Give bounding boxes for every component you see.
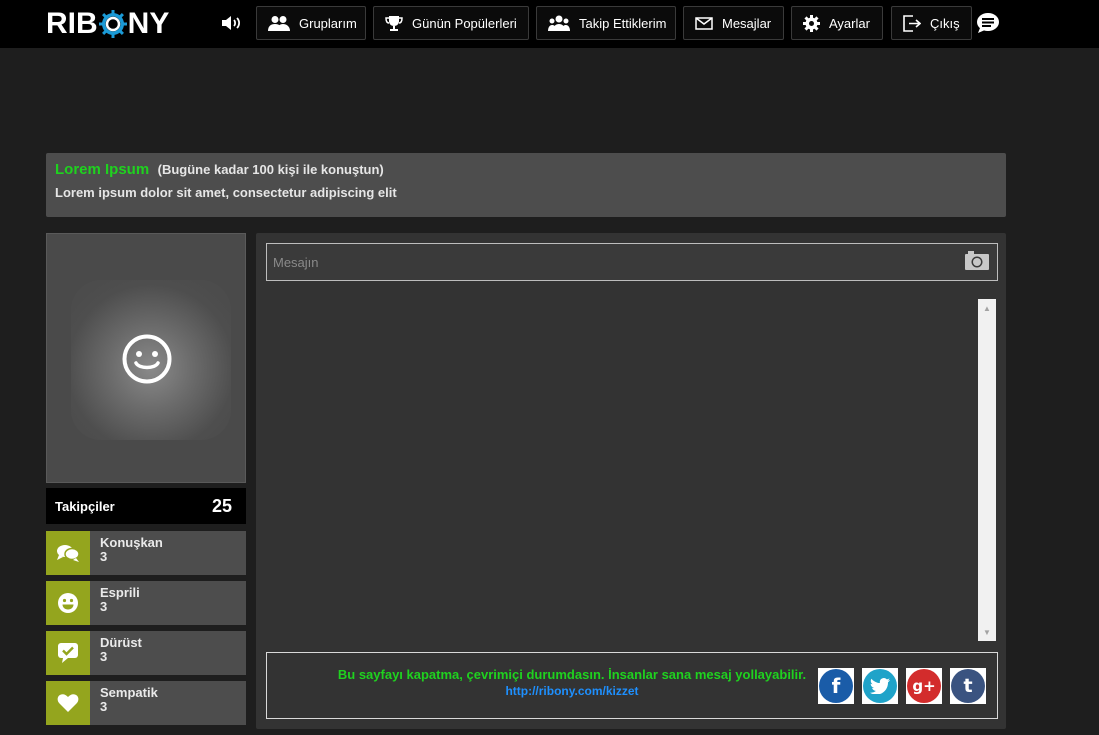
trait-talkative[interactable]: Konuşkan 3 [46, 531, 246, 575]
trait-label-group: Konuşkan 3 [90, 531, 163, 575]
message-scrollbar[interactable]: ▲ ▼ [978, 299, 996, 641]
check-bubble-icon [46, 631, 90, 675]
profile-link[interactable]: http://ribony.com/kizzet [267, 684, 877, 698]
trait-funny[interactable]: Esprili 3 [46, 581, 246, 625]
twitter-icon [863, 669, 897, 703]
tumblr-icon: t [951, 669, 985, 703]
trait-value: 3 [100, 549, 108, 564]
nav-logout-label: Çıkış [930, 15, 960, 31]
trait-label: Konuşkan [100, 535, 163, 550]
avatar[interactable] [46, 233, 246, 483]
gear-icon [803, 14, 820, 32]
nav-messages-label: Mesajlar [722, 15, 772, 31]
online-status-text: Bu sayfayı kapatma, çevrimiçi durumdasın… [337, 667, 807, 682]
nav-popular-button[interactable]: Günün Popülerleri [373, 6, 529, 40]
following-icon [548, 15, 570, 31]
sound-toggle-button[interactable] [219, 12, 243, 34]
nav-groups-label: Gruplarım [299, 15, 357, 31]
chat-panel: ▲ ▼ Bu sayfayı kapatma, çevrimiçi durumd… [256, 233, 1006, 729]
facebook-share-button[interactable]: f [818, 668, 854, 704]
tumblr-share-button[interactable]: t [950, 668, 986, 704]
profile-info-panel: Lorem Ipsum (Bugüne kadar 100 kişi ile k… [46, 153, 1006, 217]
twitter-share-button[interactable] [862, 668, 898, 704]
trait-value: 3 [100, 599, 108, 614]
trait-label-group: Esprili 3 [90, 581, 140, 625]
heart-icon [46, 681, 90, 725]
google-plus-share-button[interactable]: g+ [906, 668, 942, 704]
message-list[interactable] [266, 299, 978, 641]
trait-value: 3 [100, 699, 108, 714]
speaker-icon [222, 16, 240, 30]
speech-bubbles-icon [46, 531, 90, 575]
talk-count-text: (Bugüne kadar 100 kişi ile konuştun) [157, 162, 384, 177]
scroll-down-arrow-icon[interactable]: ▼ [978, 625, 996, 639]
trophy-icon [385, 15, 403, 31]
nav-groups-button[interactable]: Gruplarım [256, 6, 366, 40]
nav-messages-button[interactable]: Mesajlar [683, 6, 784, 40]
envelope-icon [695, 16, 713, 30]
top-navigation-bar: RIB NY Gruplarım Günün Popülerleri Takip… [0, 0, 1099, 48]
online-status-box: Bu sayfayı kapatma, çevrimiçi durumdasın… [266, 652, 998, 719]
scroll-up-arrow-icon[interactable]: ▲ [978, 301, 996, 315]
nav-settings-button[interactable]: Ayarlar [791, 6, 883, 40]
chat-bubble-icon[interactable] [976, 12, 1000, 34]
group-icon [268, 16, 290, 31]
profile-bio: Lorem ipsum dolor sit amet, consectetur … [55, 185, 397, 200]
trait-honest[interactable]: Dürüst 3 [46, 631, 246, 675]
message-input[interactable] [266, 243, 998, 281]
trait-label-group: Dürüst 3 [90, 631, 142, 675]
profile-name: Lorem Ipsum [55, 161, 150, 178]
ribony-logo[interactable]: RIB NY [46, 7, 170, 40]
trait-label: Dürüst [100, 635, 142, 650]
followers-box[interactable]: Takipçiler 25 [46, 488, 246, 524]
logo-text-right: NY [127, 7, 170, 40]
nav-settings-label: Ayarlar [829, 15, 870, 31]
trait-value: 3 [100, 649, 108, 664]
logo-gear-icon [98, 10, 127, 38]
trait-label-group: Sempatik 3 [90, 681, 158, 725]
nav-following-label: Takip Ettiklerim [579, 15, 667, 31]
nav-following-button[interactable]: Takip Ettiklerim [536, 6, 676, 40]
trait-sympathetic[interactable]: Sempatik 3 [46, 681, 246, 725]
logo-text-left: RIB [46, 7, 98, 40]
followers-label: Takipçiler [55, 498, 115, 514]
profile-header-line: Lorem Ipsum (Bugüne kadar 100 kişi ile k… [55, 161, 997, 179]
google-plus-icon: g+ [907, 669, 941, 703]
logout-icon [903, 14, 921, 32]
nav-logout-button[interactable]: Çıkış [891, 6, 972, 40]
nav-popular-label: Günün Popülerleri [412, 15, 517, 31]
trait-label: Esprili [100, 585, 140, 600]
smile-icon [46, 581, 90, 625]
facebook-icon: f [819, 669, 853, 703]
trait-label: Sempatik [100, 685, 158, 700]
camera-icon[interactable] [965, 251, 989, 270]
smiley-avatar-icon [122, 334, 172, 384]
followers-count: 25 [211, 495, 232, 516]
